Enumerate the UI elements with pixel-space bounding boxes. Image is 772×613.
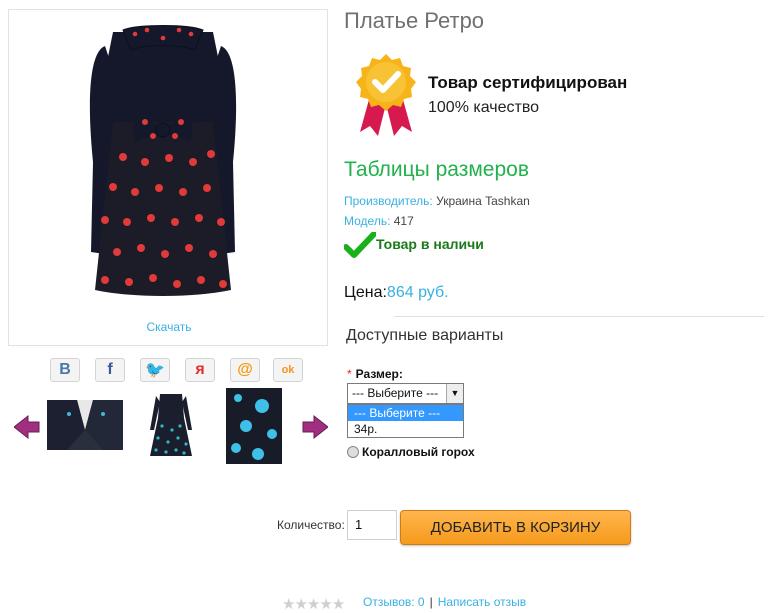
certificate-subtitle: 100% качество [428, 99, 540, 116]
variants-title: Доступные варианты [346, 327, 504, 344]
mail-icon[interactable]: @ [230, 358, 260, 382]
size-option[interactable]: --- Выберите --- [348, 405, 463, 421]
product-title: Платье Ретро [344, 8, 485, 33]
quantity-input[interactable]: 1 [347, 510, 397, 540]
size-tables-link[interactable]: Таблицы размеров [344, 158, 529, 182]
quantity-label: Количество: [277, 518, 345, 532]
reviews-separator: | [429, 595, 433, 609]
reviews-count-link[interactable]: Отзывов: 0 [363, 595, 425, 609]
size-option-label: * Размер: [347, 367, 403, 381]
rating-stars[interactable]: ★★★★★ [282, 595, 345, 613]
chevron-down-icon[interactable]: ▼ [446, 384, 463, 403]
price-value: 864 руб. [386, 284, 449, 301]
certificate-badge-icon [356, 54, 416, 136]
add-to-cart-button[interactable]: ДОБАВИТЬ В КОРЗИНУ [400, 510, 631, 545]
radio-button[interactable] [347, 446, 359, 458]
color-radio-option[interactable]: Коралловый горох [347, 445, 475, 459]
manufacturer-value[interactable]: Украина Tashkan [436, 194, 530, 208]
write-review-link[interactable]: Написать отзыв [438, 595, 526, 609]
thumbnail-2[interactable] [146, 390, 196, 460]
odnoklassniki-icon[interactable]: ok [273, 358, 303, 382]
prev-arrow-icon[interactable] [14, 414, 40, 440]
download-link[interactable]: Скачать [9, 320, 329, 334]
size-label-text: Размер: [355, 367, 403, 381]
thumbnail-1[interactable] [47, 400, 123, 450]
size-select-value: --- Выберите --- [352, 386, 439, 400]
stock-status: Товар в наличи [376, 236, 484, 252]
required-mark: * [347, 367, 352, 381]
product-image-frame[interactable]: Скачать [8, 9, 328, 346]
divider [394, 316, 764, 317]
size-select[interactable]: --- Выберите --- ▼ [347, 383, 464, 404]
manufacturer-row: Производитель: Украина Tashkan [344, 194, 530, 208]
moikrug-icon[interactable]: я [185, 358, 215, 382]
model-label: Модель: [344, 214, 391, 228]
product-image[interactable] [83, 22, 243, 310]
price-label: Цена: [344, 284, 387, 301]
certificate-title: Товар сертифицирован [428, 73, 628, 92]
radio-label: Коралловый горох [362, 445, 475, 459]
facebook-icon[interactable]: f [95, 358, 125, 382]
next-arrow-icon[interactable] [302, 414, 328, 440]
manufacturer-label: Производитель: [344, 194, 433, 208]
model-value: 417 [393, 214, 414, 228]
reviews-row: Отзывов: 0 | Написать отзыв [363, 595, 526, 609]
price-row: Цена:864 руб. [344, 284, 449, 302]
size-dropdown-list[interactable]: --- Выберите --- 34р. [347, 404, 464, 438]
size-option[interactable]: 34р. [348, 421, 463, 437]
thumbnail-3[interactable] [226, 388, 282, 464]
twitter-icon[interactable]: 🐦 [140, 358, 170, 382]
model-row: Модель: 417 [344, 214, 414, 228]
vk-icon[interactable]: В [50, 358, 80, 382]
checkmark-icon [344, 232, 376, 258]
